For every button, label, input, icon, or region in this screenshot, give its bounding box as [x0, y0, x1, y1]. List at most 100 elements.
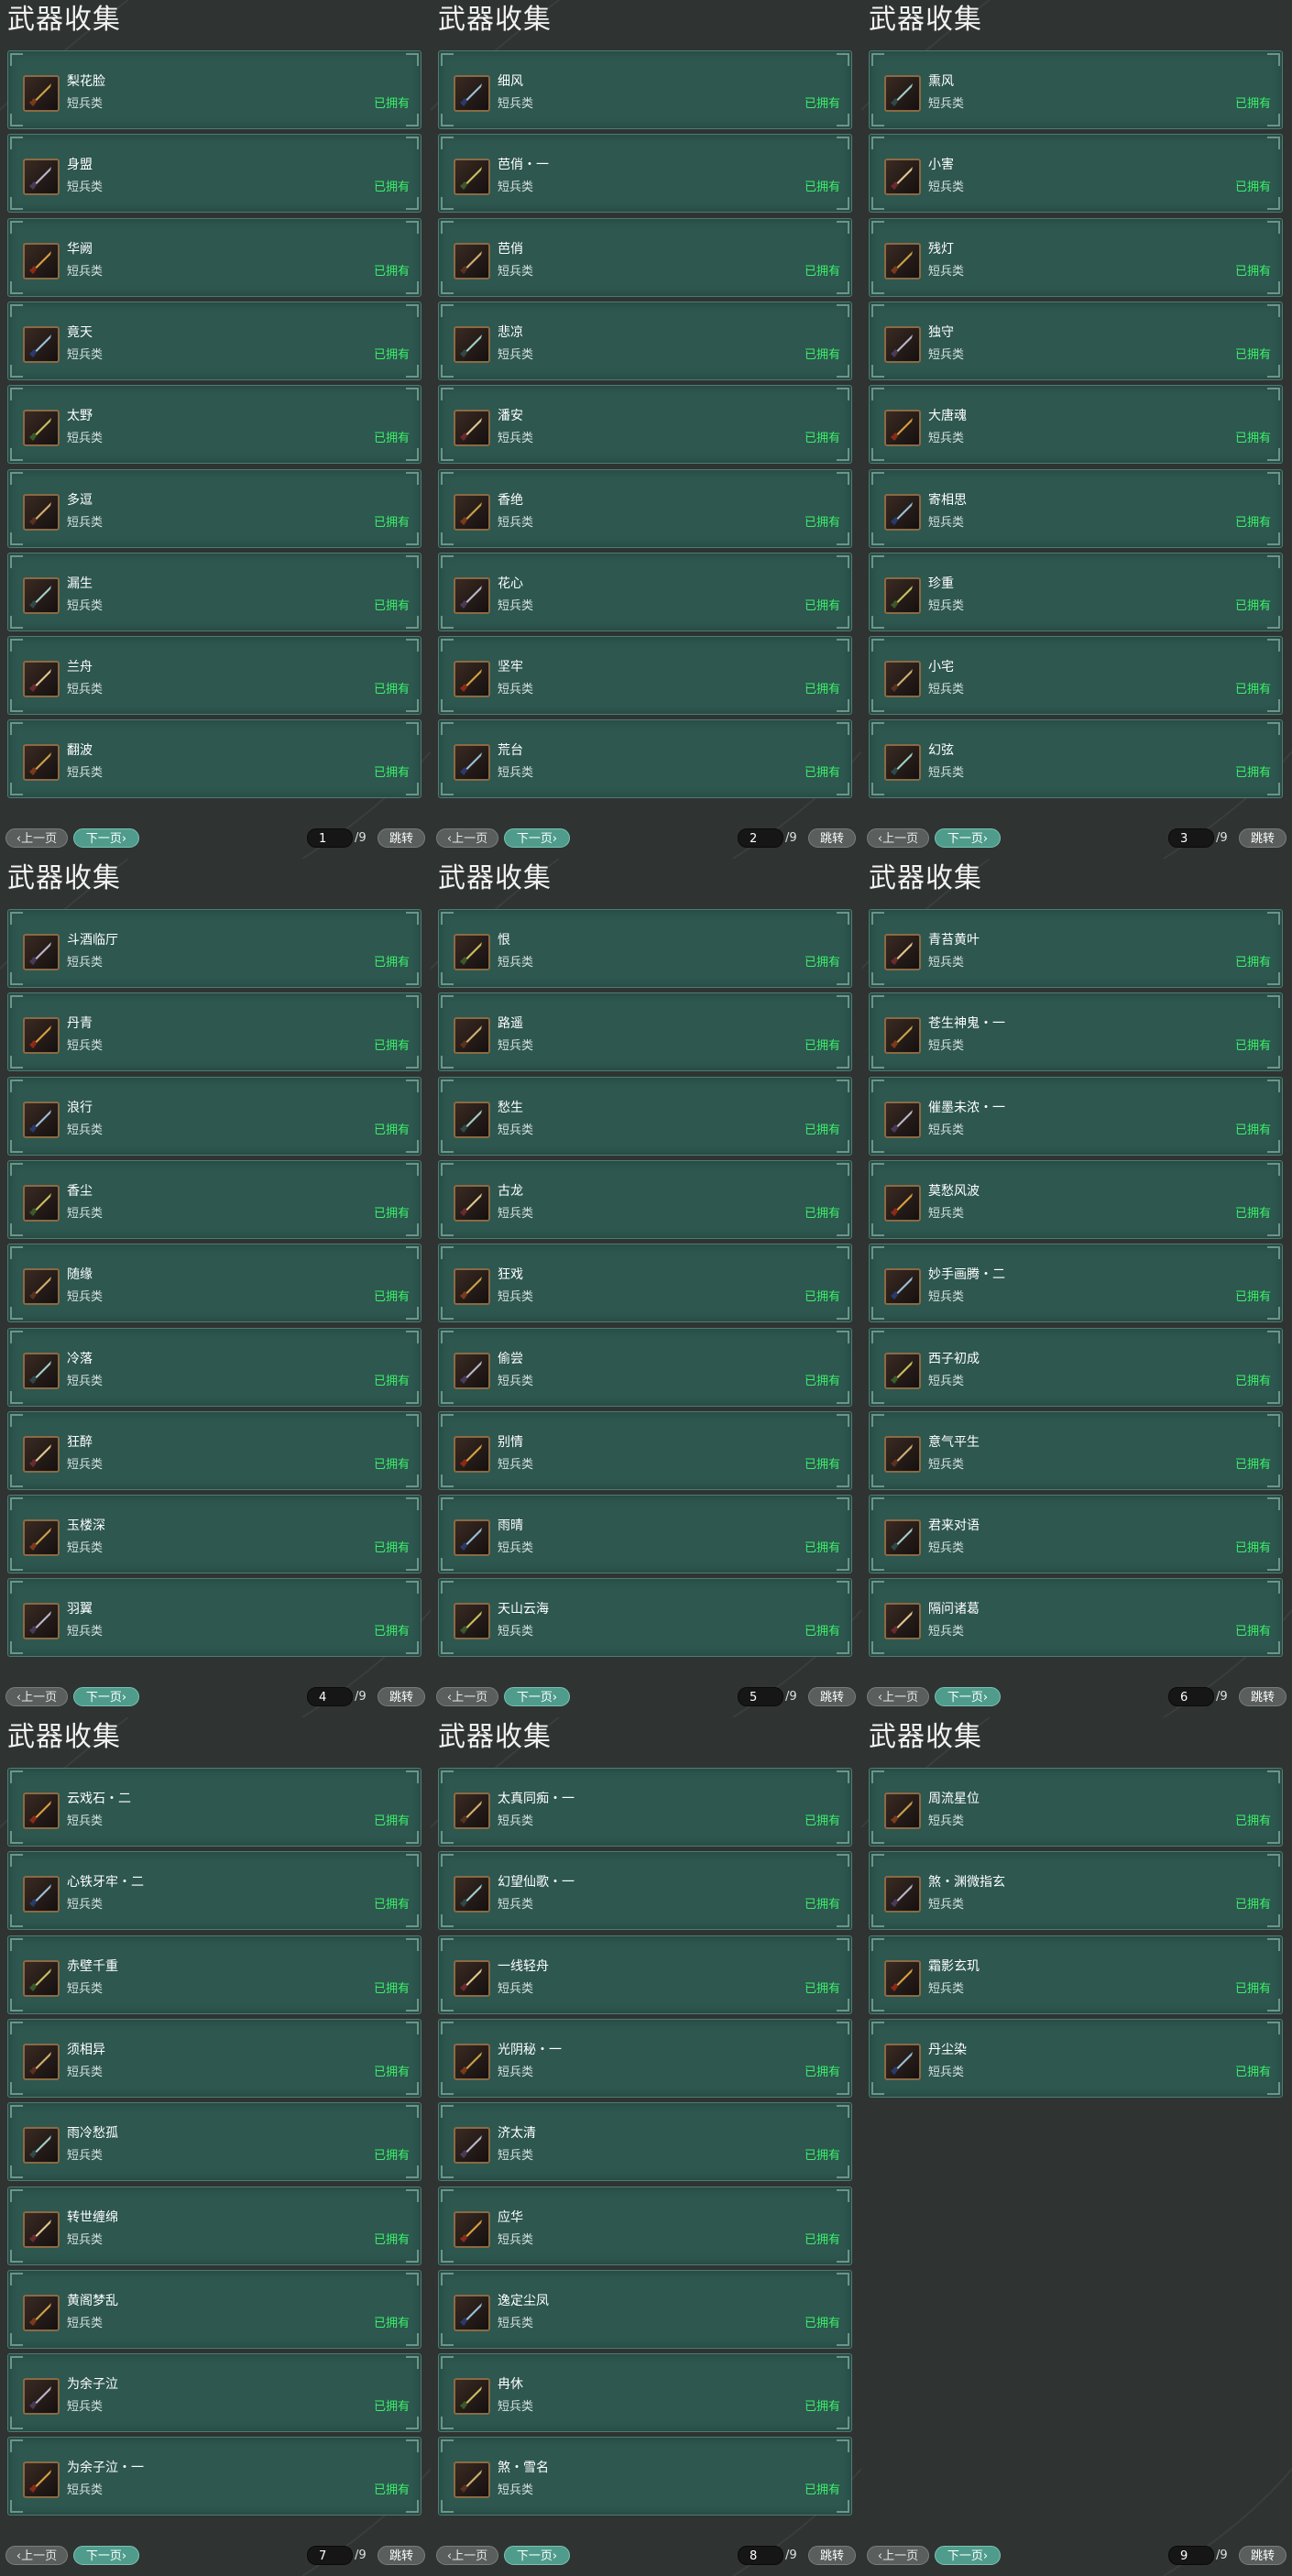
weapon-card[interactable]: 羽翼 短兵类 已拥有	[7, 1578, 422, 1657]
weapon-card[interactable]: 隔问诸葛 短兵类 已拥有	[869, 1578, 1283, 1657]
weapon-card[interactable]: 狂戏 短兵类 已拥有	[438, 1244, 852, 1322]
weapon-card[interactable]: 别情 短兵类 已拥有	[438, 1411, 852, 1490]
weapon-card[interactable]: 愁生 短兵类 已拥有	[438, 1077, 852, 1156]
weapon-card[interactable]: 莫愁风波 短兵类 已拥有	[869, 1160, 1283, 1239]
weapon-card[interactable]: 寄相思 短兵类 已拥有	[869, 469, 1283, 548]
weapon-card[interactable]: 斗酒临厅 短兵类 已拥有	[7, 909, 422, 988]
weapon-card[interactable]: 梨花脸 短兵类 已拥有	[7, 50, 422, 129]
weapon-card[interactable]: 济太清 短兵类 已拥有	[438, 2102, 852, 2181]
prev-page-button[interactable]: ‹上一页	[436, 828, 498, 848]
weapon-card[interactable]: 霜影玄玑 短兵类 已拥有	[869, 1935, 1283, 2014]
weapon-card[interactable]: 大唐魂 短兵类 已拥有	[869, 385, 1283, 464]
next-page-button[interactable]: 下一页›	[504, 2546, 570, 2565]
weapon-card[interactable]: 青苔黄叶 短兵类 已拥有	[869, 909, 1283, 988]
jump-button[interactable]: 跳转	[1239, 2546, 1287, 2565]
weapon-card[interactable]: 独守 短兵类 已拥有	[869, 301, 1283, 380]
weapon-card[interactable]: 妙手画腾・二 短兵类 已拥有	[869, 1244, 1283, 1322]
jump-button[interactable]: 跳转	[378, 828, 425, 848]
jump-button[interactable]: 跳转	[378, 1687, 425, 1706]
weapon-card[interactable]: 狂醉 短兵类 已拥有	[7, 1411, 422, 1490]
weapon-card[interactable]: 光阴秘・一 短兵类 已拥有	[438, 2019, 852, 2098]
prev-page-button[interactable]: ‹上一页	[436, 1687, 498, 1706]
weapon-card[interactable]: 小宅 短兵类 已拥有	[869, 636, 1283, 715]
prev-page-button[interactable]: ‹上一页	[5, 2546, 68, 2565]
weapon-card[interactable]: 雨晴 短兵类 已拥有	[438, 1495, 852, 1573]
weapon-card[interactable]: 为余子泣・一 短兵类 已拥有	[7, 2437, 422, 2516]
weapon-card[interactable]: 丹青 短兵类 已拥有	[7, 992, 422, 1071]
page-number-input[interactable]: 8	[738, 2546, 783, 2565]
weapon-card[interactable]: 周流星位 短兵类 已拥有	[869, 1768, 1283, 1847]
jump-button[interactable]: 跳转	[808, 1687, 856, 1706]
jump-button[interactable]: 跳转	[808, 2546, 856, 2565]
weapon-card[interactable]: 冷落 短兵类 已拥有	[7, 1328, 422, 1407]
weapon-card[interactable]: 苍生神鬼・一 短兵类 已拥有	[869, 992, 1283, 1071]
weapon-card[interactable]: 华阙 短兵类 已拥有	[7, 218, 422, 297]
page-number-input[interactable]: 2	[738, 828, 783, 848]
weapon-card[interactable]: 心铁牙牢・二 短兵类 已拥有	[7, 1851, 422, 1930]
weapon-card[interactable]: 珍重 短兵类 已拥有	[869, 553, 1283, 631]
page-number-input[interactable]: 7	[307, 2546, 353, 2565]
weapon-card[interactable]: 香绝 短兵类 已拥有	[438, 469, 852, 548]
weapon-card[interactable]: 丹尘染 短兵类 已拥有	[869, 2019, 1283, 2098]
weapon-card[interactable]: 逸定尘凤 短兵类 已拥有	[438, 2270, 852, 2349]
weapon-card[interactable]: 须相异 短兵类 已拥有	[7, 2019, 422, 2098]
page-number-input[interactable]: 9	[1168, 2546, 1214, 2565]
weapon-card[interactable]: 催墨未浓・一 短兵类 已拥有	[869, 1077, 1283, 1156]
weapon-card[interactable]: 君来对语 短兵类 已拥有	[869, 1495, 1283, 1573]
weapon-card[interactable]: 悲凉 短兵类 已拥有	[438, 301, 852, 380]
weapon-card[interactable]: 煞・渊微指玄 短兵类 已拥有	[869, 1851, 1283, 1930]
prev-page-button[interactable]: ‹上一页	[867, 1687, 929, 1706]
weapon-card[interactable]: 幻望仙歌・一 短兵类 已拥有	[438, 1851, 852, 1930]
prev-page-button[interactable]: ‹上一页	[867, 2546, 929, 2565]
weapon-card[interactable]: 荒台 短兵类 已拥有	[438, 719, 852, 798]
weapon-card[interactable]: 身盟 短兵类 已拥有	[7, 134, 422, 213]
next-page-button[interactable]: 下一页›	[73, 1687, 139, 1706]
weapon-card[interactable]: 潘安 短兵类 已拥有	[438, 385, 852, 464]
jump-button[interactable]: 跳转	[1239, 1687, 1287, 1706]
weapon-card[interactable]: 芭俏・一 短兵类 已拥有	[438, 134, 852, 213]
weapon-card[interactable]: 翻波 短兵类 已拥有	[7, 719, 422, 798]
weapon-card[interactable]: 兰舟 短兵类 已拥有	[7, 636, 422, 715]
jump-button[interactable]: 跳转	[1239, 828, 1287, 848]
page-number-input[interactable]: 3	[1168, 828, 1214, 848]
weapon-card[interactable]: 竟天 短兵类 已拥有	[7, 301, 422, 380]
weapon-card[interactable]: 芭俏 短兵类 已拥有	[438, 218, 852, 297]
weapon-card[interactable]: 熏风 短兵类 已拥有	[869, 50, 1283, 129]
prev-page-button[interactable]: ‹上一页	[5, 1687, 68, 1706]
weapon-card[interactable]: 小害 短兵类 已拥有	[869, 134, 1283, 213]
weapon-card[interactable]: 意气平生 短兵类 已拥有	[869, 1411, 1283, 1490]
weapon-card[interactable]: 残灯 短兵类 已拥有	[869, 218, 1283, 297]
next-page-button[interactable]: 下一页›	[935, 1687, 1001, 1706]
weapon-card[interactable]: 太真同痴・一 短兵类 已拥有	[438, 1768, 852, 1847]
next-page-button[interactable]: 下一页›	[73, 828, 139, 848]
weapon-card[interactable]: 应华 短兵类 已拥有	[438, 2187, 852, 2265]
weapon-card[interactable]: 浪行 短兵类 已拥有	[7, 1077, 422, 1156]
prev-page-button[interactable]: ‹上一页	[867, 828, 929, 848]
next-page-button[interactable]: 下一页›	[935, 828, 1001, 848]
next-page-button[interactable]: 下一页›	[935, 2546, 1001, 2565]
weapon-card[interactable]: 坚牢 短兵类 已拥有	[438, 636, 852, 715]
next-page-button[interactable]: 下一页›	[73, 2546, 139, 2565]
weapon-card[interactable]: 香尘 短兵类 已拥有	[7, 1160, 422, 1239]
weapon-card[interactable]: 煞・雪名 短兵类 已拥有	[438, 2437, 852, 2516]
weapon-card[interactable]: 雨冷愁孤 短兵类 已拥有	[7, 2102, 422, 2181]
prev-page-button[interactable]: ‹上一页	[436, 2546, 498, 2565]
weapon-card[interactable]: 随缘 短兵类 已拥有	[7, 1244, 422, 1322]
weapon-card[interactable]: 转世缠绵 短兵类 已拥有	[7, 2187, 422, 2265]
weapon-card[interactable]: 西子初成 短兵类 已拥有	[869, 1328, 1283, 1407]
weapon-card[interactable]: 赤壁千重 短兵类 已拥有	[7, 1935, 422, 2014]
next-page-button[interactable]: 下一页›	[504, 1687, 570, 1706]
weapon-card[interactable]: 多逗 短兵类 已拥有	[7, 469, 422, 548]
weapon-card[interactable]: 一线轻舟 短兵类 已拥有	[438, 1935, 852, 2014]
weapon-card[interactable]: 偷尝 短兵类 已拥有	[438, 1328, 852, 1407]
weapon-card[interactable]: 古龙 短兵类 已拥有	[438, 1160, 852, 1239]
weapon-card[interactable]: 幻弦 短兵类 已拥有	[869, 719, 1283, 798]
jump-button[interactable]: 跳转	[378, 2546, 425, 2565]
prev-page-button[interactable]: ‹上一页	[5, 828, 68, 848]
weapon-card[interactable]: 路遥 短兵类 已拥有	[438, 992, 852, 1071]
weapon-card[interactable]: 为余子泣 短兵类 已拥有	[7, 2353, 422, 2432]
weapon-card[interactable]: 细风 短兵类 已拥有	[438, 50, 852, 129]
weapon-card[interactable]: 冉休 短兵类 已拥有	[438, 2353, 852, 2432]
weapon-card[interactable]: 云戏石・二 短兵类 已拥有	[7, 1768, 422, 1847]
weapon-card[interactable]: 恨短兵类 已拥有	[438, 909, 852, 988]
